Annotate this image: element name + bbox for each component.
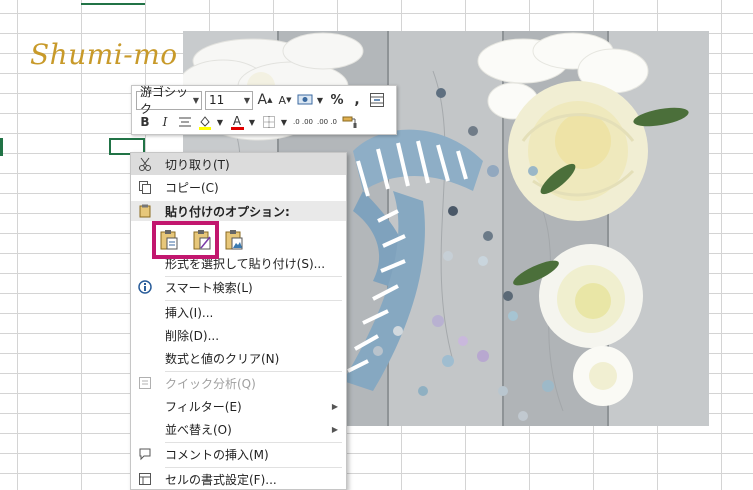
format-painter-icon: [342, 116, 357, 128]
menu-item-label: フィルター(E): [165, 399, 242, 414]
chevron-down-icon: ▼: [192, 95, 199, 105]
menu-item-label: 並べ替え(O): [165, 422, 232, 437]
menu-item-label: 数式と値のクリア(N): [165, 351, 280, 366]
menu-item-label: 削除(D)...: [165, 328, 220, 343]
bold-button[interactable]: B: [136, 112, 154, 132]
menu-item-copy[interactable]: コピー(C): [131, 176, 346, 198]
percent-style-button[interactable]: %: [328, 90, 346, 110]
font-size-combobox[interactable]: 11 ▼: [205, 90, 253, 110]
paste-options-header: 貼り付けのオプション:: [131, 201, 346, 221]
menu-item-smart-lookup[interactable]: スマート検索(L): [131, 276, 346, 298]
mini-toolbar: 游ゴシック ▼ 11 ▼ A ▲ A ▼ ▼ % , B I ▼ A ▼ ▼ .…: [131, 85, 397, 135]
borders-dropdown[interactable]: ▼: [280, 112, 288, 132]
menu-item-label: コピー(C): [165, 180, 219, 195]
menu-item-label: コメントの挿入(M): [165, 447, 269, 462]
format-painter-button[interactable]: [340, 112, 358, 132]
scissors-icon: [131, 157, 159, 171]
copy-icon: [131, 180, 159, 194]
menu-item-insert-comment[interactable]: コメントの挿入(M): [131, 443, 346, 465]
submenu-arrow-icon: ▶: [331, 424, 338, 434]
paint-bucket-icon: [199, 116, 211, 130]
menu-item-clear-contents[interactable]: 数式と値のクリア(N): [131, 347, 346, 369]
chevron-down-icon: ▼: [248, 117, 256, 127]
menu-item-label: 切り取り(T): [165, 157, 230, 172]
italic-button[interactable]: I: [156, 112, 174, 132]
menu-item-sort[interactable]: 並べ替え(O) ▶: [131, 418, 346, 440]
menu-item-cut[interactable]: 切り取り(T): [131, 153, 346, 175]
menu-item-filter[interactable]: フィルター(E) ▶: [131, 395, 346, 417]
borders-icon: [263, 116, 275, 128]
fill-color-button[interactable]: [196, 112, 214, 132]
column-selection-marker: [81, 0, 145, 5]
clipboard-icon: [131, 204, 159, 218]
menu-item-label: セルの書式設定(F)...: [165, 472, 277, 487]
arrow-up-icon: ▲: [267, 96, 273, 104]
arrow-down-icon: ▼: [286, 96, 292, 104]
menu-item-quick-analysis[interactable]: クイック分析(Q): [131, 372, 346, 394]
context-menu: 切り取り(T) コピー(C) 貼り付けのオプション: 形式を選択して貼り付け(S…: [130, 152, 347, 490]
font-color-bar: [230, 126, 244, 130]
chevron-down-icon: ▼: [280, 117, 288, 127]
logo-text: Shumi-mo: [30, 38, 178, 71]
font-color-dropdown[interactable]: ▼: [248, 112, 256, 132]
comma-style-button[interactable]: ,: [348, 90, 366, 110]
chevron-down-icon: ▼: [316, 95, 324, 105]
menu-item-label: 挿入(I)...: [165, 305, 214, 320]
quick-analysis-icon: [131, 376, 159, 390]
submenu-arrow-icon: ▶: [331, 401, 338, 411]
accounting-format-icon: [297, 94, 313, 105]
smart-lookup-icon: [131, 280, 159, 294]
accounting-format-dropdown[interactable]: ▼: [316, 90, 324, 110]
menu-item-label: クイック分析(Q): [165, 376, 256, 391]
borders-button[interactable]: [260, 112, 278, 132]
font-color-glyph: A: [232, 113, 242, 128]
chevron-down-icon: ▼: [216, 117, 224, 127]
center-align-button[interactable]: [176, 112, 194, 132]
shrink-font-button[interactable]: A ▼: [276, 90, 294, 110]
increase-decimal-button[interactable]: .0 .00: [292, 112, 314, 132]
grow-font-button[interactable]: A ▲: [256, 90, 274, 110]
merge-center-icon: [370, 93, 384, 107]
menu-item-insert[interactable]: 挿入(I)...: [131, 301, 346, 323]
font-size-value: 11: [209, 93, 225, 107]
fill-color-dropdown[interactable]: ▼: [216, 112, 224, 132]
font-color-button[interactable]: A: [228, 112, 246, 132]
row-selection-marker: [0, 138, 3, 156]
grow-font-glyph: A: [257, 92, 268, 108]
format-cells-icon: [131, 472, 159, 486]
menu-item-delete[interactable]: 削除(D)...: [131, 324, 346, 346]
align-center-icon: [179, 117, 191, 127]
decrease-decimal-button[interactable]: .00 .0: [316, 112, 338, 132]
accounting-format-button[interactable]: [296, 90, 314, 110]
menu-item-format-cells[interactable]: セルの書式設定(F)...: [131, 468, 346, 489]
paste-picture-icon: [225, 230, 243, 250]
chevron-down-icon: ▼: [243, 95, 250, 105]
font-name-combobox[interactable]: 游ゴシック ▼: [136, 85, 202, 116]
merge-center-button[interactable]: [368, 90, 386, 110]
shrink-font-glyph: A: [278, 93, 287, 107]
paste-options-label: 貼り付けのオプション:: [165, 204, 290, 219]
menu-item-label: スマート検索(L): [165, 280, 253, 295]
comment-icon: [131, 447, 159, 461]
paste-picture-button[interactable]: [223, 228, 245, 252]
annotation-highlight-box: [152, 221, 219, 259]
